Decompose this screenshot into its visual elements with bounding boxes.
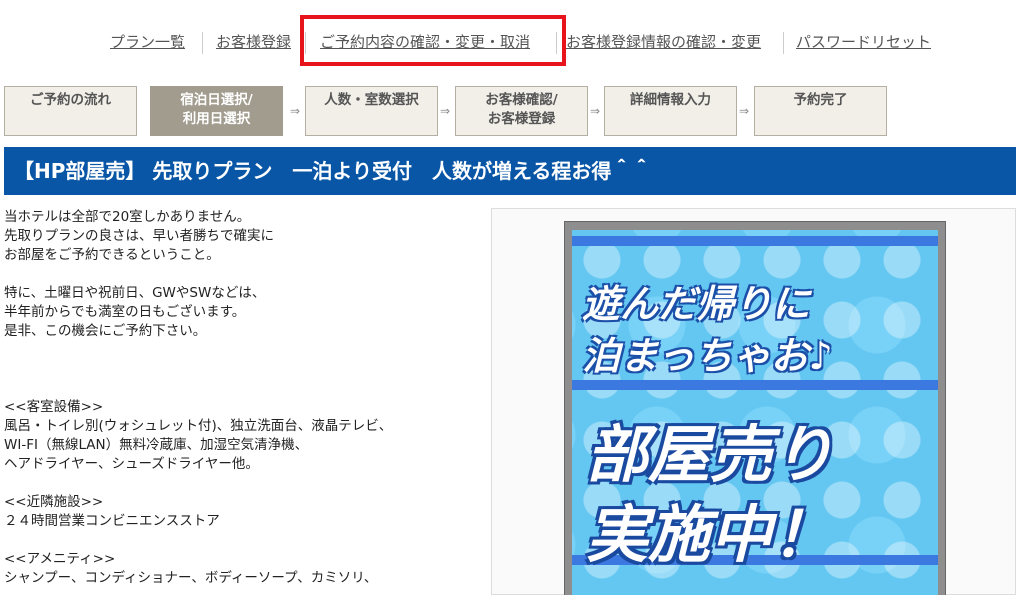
nav-separator (202, 32, 203, 54)
customer-info-check-change-link[interactable]: お客様登録情報の確認・変更 (566, 30, 761, 54)
booking-steps: ご予約の流れ 宿泊日選択/ 利用日選択 ⇒ 人数・室数選択 ⇒ お客様確認/ お… (0, 86, 1020, 136)
step-detail-input: 詳細情報入力 (604, 86, 737, 136)
plan-poster-image: 遊んだ帰りに 泊まっちゃお♪ 部屋売り 実施中！ (564, 221, 946, 595)
room-facilities-text: <<客室設備>> 風呂・トイレ別(ウォシュレット付)、独立洗面台、液晶テレビ、 … (4, 399, 393, 472)
highlight-box (300, 15, 566, 66)
step-select-date: 宿泊日選択/ 利用日選択 (150, 86, 283, 136)
step-arrow-icon: ⇒ (739, 104, 750, 118)
step-arrow-icon: ⇒ (590, 104, 601, 118)
step-arrow-icon: ⇒ (440, 104, 451, 118)
description-paragraph: 当ホテルは全部で20室しかありません。 先取りプランの良さは、早い者勝ちで確実に… (4, 209, 274, 263)
nav-separator (783, 32, 784, 54)
step-select-guests-rooms: 人数・室数選択 (305, 86, 438, 136)
amenities-text: <<アメニティ>> シャンプー、コンディショナー、ボディーソープ、カミソリ、 (4, 551, 378, 586)
plan-image-panel: 遊んだ帰りに 泊まっちゃお♪ 部屋売り 実施中！ (491, 208, 1016, 595)
password-reset-link[interactable]: パスワードリセット (796, 30, 931, 54)
step-customer-confirm: お客様確認/ お客様登録 (455, 86, 588, 136)
plan-list-link[interactable]: プラン一覧 (110, 30, 185, 54)
customer-registration-link[interactable]: お客様登録 (216, 30, 291, 54)
nearby-facilities-text: <<近隣施設>> ２４時間営業コンビニエンスストア (4, 494, 220, 529)
poster-headline: 遊んだ帰りに 泊まっちゃお♪ (582, 282, 833, 378)
step-reservation-flow[interactable]: ご予約の流れ (4, 86, 137, 136)
step-complete: 予約完了 (754, 86, 887, 136)
poster-main-text: 部屋売り 実施中！ (586, 418, 835, 571)
description-paragraph: 特に、土曜日や祝前日、GWやSWなどは、 半年前からでも満室の日もございます。 … (4, 285, 266, 339)
step-arrow-icon: ⇒ (290, 104, 301, 118)
plan-description: 当ホテルは全部で20室しかありません。 先取りプランの良さは、早い者勝ちで確実に… (4, 208, 474, 595)
plan-title: 【HP部屋売】 先取りプラン 一泊より受付 人数が増える程お得＾＾ (4, 147, 1016, 195)
